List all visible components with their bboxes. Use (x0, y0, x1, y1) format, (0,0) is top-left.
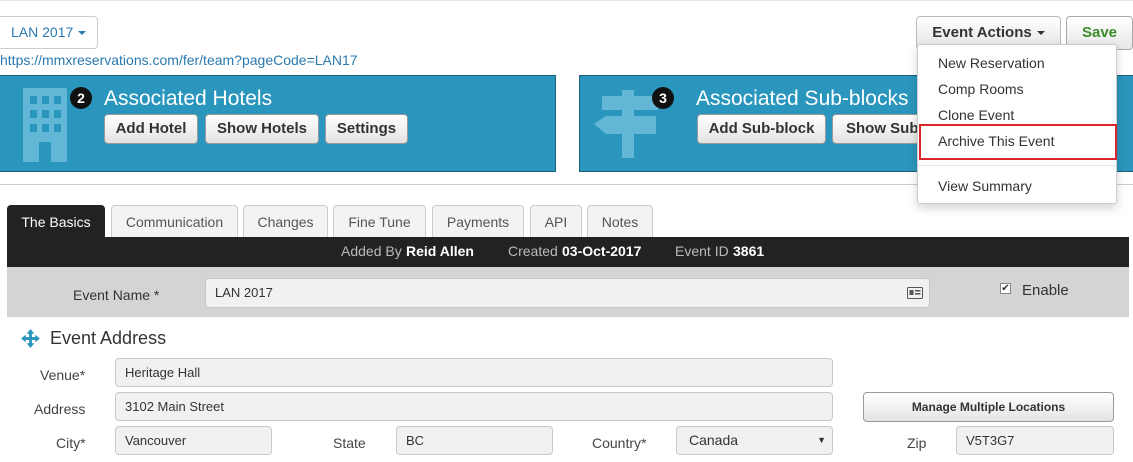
hotels-count-badge: 2 (70, 87, 92, 109)
event-selector-dropdown[interactable]: LAN 2017 (0, 16, 98, 49)
country-value: Canada (689, 432, 739, 448)
tab-the-basics[interactable]: The Basics (7, 205, 105, 238)
add-subblock-button[interactable]: Add Sub-block (697, 114, 826, 144)
menu-item-archive-event[interactable]: Archive This Event (938, 133, 1054, 149)
associated-subblocks-title: Associated Sub-blocks (696, 87, 909, 110)
address-input[interactable]: 3102 Main Street (115, 392, 833, 421)
tab-changes[interactable]: Changes (243, 205, 328, 238)
event-address-title: Event Address (50, 328, 167, 348)
event-id-value: 3861 (733, 243, 765, 259)
venue-label: Venue* (40, 367, 86, 383)
chevron-down-icon (1036, 31, 1045, 36)
page-url-link[interactable]: https://mmxreservations.com/fer/team?pag… (0, 52, 358, 68)
event-name-input[interactable]: LAN 2017 (205, 278, 930, 308)
city-input[interactable]: Vancouver (115, 426, 272, 455)
zip-label: Zip (907, 435, 927, 451)
enable-label: Enable (1022, 282, 1069, 299)
state-input[interactable]: BC (396, 426, 553, 455)
menu-item-comp-rooms[interactable]: Comp Rooms (938, 81, 1024, 97)
menu-divider (918, 165, 1116, 166)
tab-communication[interactable]: Communication (111, 205, 238, 238)
top-divider (0, 0, 1133, 1)
zip-input[interactable]: V5T3G7 (956, 426, 1114, 455)
added-by-label: Added By (341, 243, 402, 259)
event-id-label: Event ID (675, 243, 729, 259)
show-hotels-button[interactable]: Show Hotels (205, 114, 319, 144)
event-name-label: Event Name * (73, 287, 160, 303)
menu-item-clone-event[interactable]: Clone Event (938, 107, 1014, 123)
event-actions-menu: New Reservation Comp Rooms Clone Event A… (917, 44, 1117, 204)
hotel-building-icon (23, 88, 67, 162)
tab-api[interactable]: API (530, 205, 582, 238)
venue-input[interactable]: Heritage Hall (115, 358, 833, 387)
country-select[interactable]: Canada ▼ (676, 426, 833, 455)
address-card-icon (907, 287, 923, 299)
associated-hotels-panel: 2 Associated Hotels Add Hotel Show Hotel… (0, 75, 556, 172)
tab-notes[interactable]: Notes (587, 205, 653, 238)
add-hotel-button[interactable]: Add Hotel (104, 114, 198, 144)
tab-payments[interactable]: Payments (432, 205, 524, 238)
state-label: State (333, 435, 366, 451)
chevron-down-icon (78, 31, 87, 36)
subblocks-count-badge: 3 (652, 87, 674, 109)
manage-multiple-locations-button[interactable]: Manage Multiple Locations (863, 392, 1114, 422)
tab-fine-tune[interactable]: Fine Tune (333, 205, 426, 238)
created-label: Created (508, 243, 558, 259)
select-arrow-icon: ▼ (817, 435, 826, 445)
event-selector-label: LAN 2017 (11, 24, 74, 40)
move-arrows-icon (21, 329, 40, 348)
created-value: 03-Oct-2017 (562, 243, 642, 259)
menu-item-new-reservation[interactable]: New Reservation (938, 55, 1045, 71)
event-actions-label: Event Actions (932, 24, 1032, 41)
menu-item-view-summary[interactable]: View Summary (938, 178, 1032, 194)
event-name-value: LAN 2017 (215, 285, 273, 300)
city-label: City* (56, 435, 86, 451)
added-by-value: Reid Allen (406, 243, 474, 259)
settings-button[interactable]: Settings (325, 114, 408, 144)
country-label: Country* (592, 435, 647, 451)
associated-hotels-title: Associated Hotels (104, 87, 273, 110)
address-label: Address (34, 401, 86, 417)
enable-checkbox[interactable]: ✔ (1000, 283, 1011, 294)
event-info-bar: Added By Reid Allen Created 03-Oct-2017 … (7, 237, 1129, 267)
